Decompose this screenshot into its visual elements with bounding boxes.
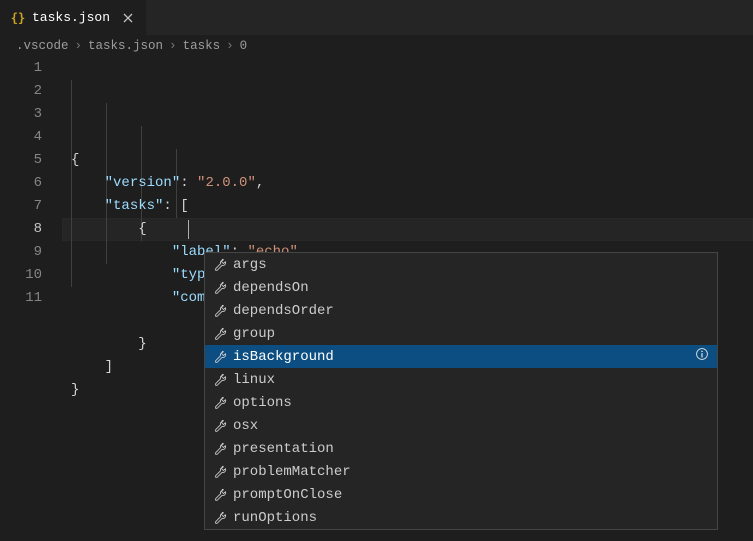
wrench-icon [213,304,227,318]
breadcrumb-item[interactable]: 0 [240,39,248,53]
breadcrumb-item[interactable]: tasks [183,39,221,53]
line-number: 3 [0,103,42,126]
suggest-item-label: linux [233,372,709,388]
suggest-item[interactable]: problemMatcher [205,460,717,483]
suggest-item[interactable]: osx [205,414,717,437]
suggest-item[interactable]: dependsOrder [205,299,717,322]
json-braces-icon: {} [10,10,26,26]
line-number: 7 [0,195,42,218]
suggest-item[interactable]: runOptions [205,506,717,529]
suggest-item[interactable]: promptOnClose [205,483,717,506]
suggest-item-label: isBackground [233,349,689,365]
line-number-gutter: 1234567891011 [0,57,62,402]
suggest-item[interactable]: group [205,322,717,345]
line-number: 6 [0,172,42,195]
suggest-item-label: dependsOn [233,280,709,296]
line-number: 8 [0,218,42,241]
wrench-icon [213,488,227,502]
suggest-item-label: runOptions [233,510,709,526]
chevron-right-icon: › [167,39,179,53]
suggest-item-label: promptOnClose [233,487,709,503]
wrench-icon [213,258,227,272]
suggest-item[interactable]: presentation [205,437,717,460]
suggest-item[interactable]: options [205,391,717,414]
info-icon[interactable] [695,347,709,366]
line-number: 11 [0,287,42,310]
wrench-icon [213,396,227,410]
breadcrumb[interactable]: .vscode › tasks.json › tasks › 0 [0,35,753,57]
suggest-item-label: dependsOrder [233,303,709,319]
wrench-icon [213,442,227,456]
suggest-item-label: options [233,395,709,411]
suggest-item-label: problemMatcher [233,464,709,480]
code-line[interactable]: "tasks": [ [62,195,753,218]
intellisense-popup[interactable]: args dependsOn dependsOrder group isBackgrou… [204,252,718,530]
line-number: 9 [0,241,42,264]
wrench-icon [213,327,227,341]
wrench-icon [213,419,227,433]
line-number: 4 [0,126,42,149]
tab-bar: {} tasks.json [0,0,753,35]
editor-tab[interactable]: {} tasks.json [0,0,147,35]
suggest-item-label: presentation [233,441,709,457]
line-number: 5 [0,149,42,172]
code-line[interactable]: { [62,218,753,241]
line-number: 10 [0,264,42,287]
code-line[interactable]: "version": "2.0.0", [62,172,753,195]
suggest-item-label: osx [233,418,709,434]
line-number: 1 [0,57,42,80]
suggest-item[interactable]: dependsOn [205,276,717,299]
wrench-icon [213,373,227,387]
breadcrumb-item[interactable]: tasks.json [88,39,163,53]
wrench-icon [213,281,227,295]
suggest-item[interactable]: isBackground [205,345,717,368]
wrench-icon [213,465,227,479]
tab-label: tasks.json [32,10,110,25]
breadcrumb-item[interactable]: .vscode [16,39,69,53]
suggest-item[interactable]: args [205,253,717,276]
suggest-item-label: args [233,257,709,273]
line-number: 2 [0,80,42,103]
suggest-item[interactable]: linux [205,368,717,391]
suggest-item-label: group [233,326,709,342]
wrench-icon [213,511,227,525]
chevron-right-icon: › [73,39,85,53]
code-line[interactable]: { [62,149,753,172]
chevron-right-icon: › [224,39,236,53]
wrench-icon [213,350,227,364]
close-icon[interactable] [120,10,136,26]
